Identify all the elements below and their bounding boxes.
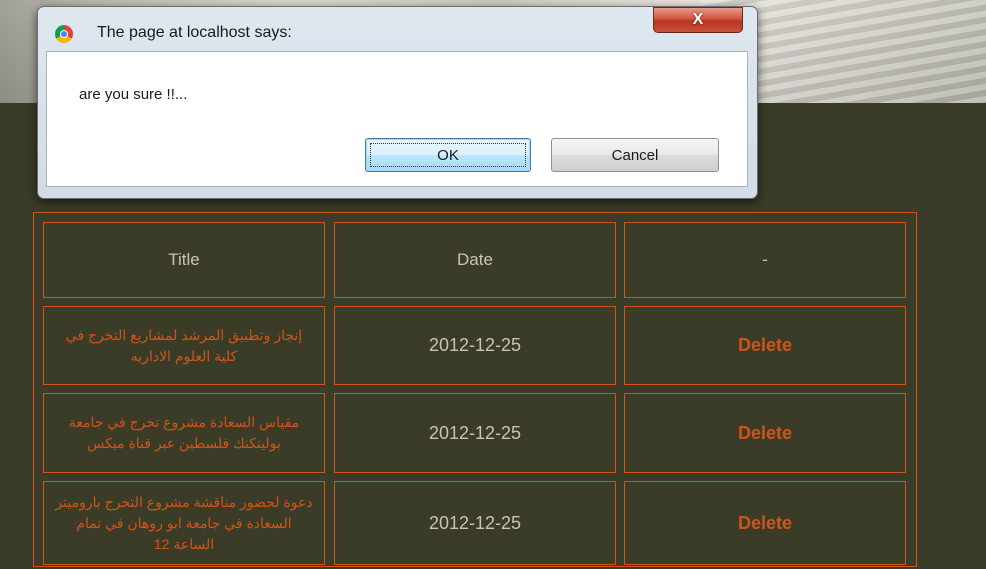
column-header-action: - [624, 222, 906, 298]
close-icon: X [692, 11, 704, 28]
row-2-delete-link[interactable]: Delete [624, 393, 906, 473]
articles-table: Title Date - إنجاز وتطبيق المرشد لمشاريع… [33, 212, 917, 567]
row-2-title: مقياس السعادة مشروع تخرج في جامعة بوليتك… [43, 393, 325, 473]
dialog-message: are you sure !!... [79, 86, 188, 103]
row-3-delete-link[interactable]: Delete [624, 481, 906, 565]
focus-ring [370, 143, 526, 167]
close-button[interactable]: X [653, 7, 743, 33]
row-1-date: 2012-12-25 [334, 306, 616, 385]
dialog-title: The page at localhost says: [97, 24, 292, 41]
row-1-title: إنجاز وتطبيق المرشد لمشاريع التخرج في كل… [43, 306, 325, 385]
column-header-date: Date [334, 222, 616, 298]
ok-button[interactable]: OK [365, 138, 531, 172]
dialog-titlebar: The page at localhost says: X [38, 7, 757, 51]
row-3-date: 2012-12-25 [334, 481, 616, 565]
row-1-delete-link[interactable]: Delete [624, 306, 906, 385]
row-2-date: 2012-12-25 [334, 393, 616, 473]
cancel-button[interactable]: Cancel [551, 138, 719, 172]
cancel-button-label: Cancel [611, 146, 659, 164]
dialog-body: are you sure !!... OK Cancel [46, 51, 748, 187]
column-header-title: Title [43, 222, 325, 298]
confirm-dialog: The page at localhost says: X are you su… [37, 6, 758, 199]
chrome-icon [55, 25, 73, 43]
row-3-title: دعوة لحضور مناقشة مشروع التخرج باروميتر … [43, 481, 325, 565]
